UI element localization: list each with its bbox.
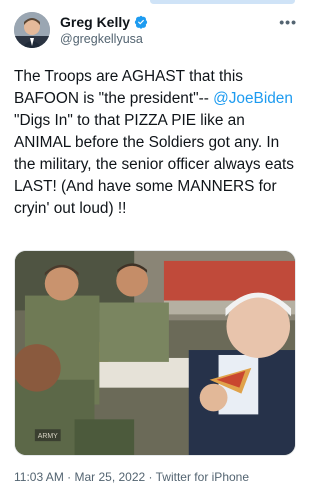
tweet-media-photo[interactable]: ARMY [14, 250, 296, 456]
tweet-text-segment: The Troops are AGHAST that this BAFOON i… [14, 68, 243, 107]
tweet-text: The Troops are AGHAST that this BAFOON i… [14, 66, 304, 220]
tweet-timestamp[interactable]: 11:03 AM · Mar 25, 2022 · Twitter for iP… [14, 470, 249, 484]
army-patch-text: ARMY [38, 433, 58, 440]
tweet-header: Greg Kelly @gregkellyusa ••• [14, 12, 299, 52]
verified-badge-icon [134, 15, 148, 29]
more-horizontal-icon[interactable]: ••• [279, 14, 297, 30]
photo-soldiers-pizza: ARMY [15, 251, 295, 455]
top-scroll-indicator [150, 0, 295, 4]
tweet-text-segment: "Digs In" to that PIZZA PIE like an ANIM… [14, 112, 294, 217]
person-avatar-icon [14, 12, 50, 48]
mention-link[interactable]: @JoeBiden [213, 90, 293, 107]
author-handle[interactable]: @gregkellyusa [60, 32, 148, 46]
avatar[interactable] [14, 12, 50, 48]
author-display-name[interactable]: Greg Kelly [60, 14, 130, 30]
author-info: Greg Kelly @gregkellyusa [60, 14, 148, 46]
